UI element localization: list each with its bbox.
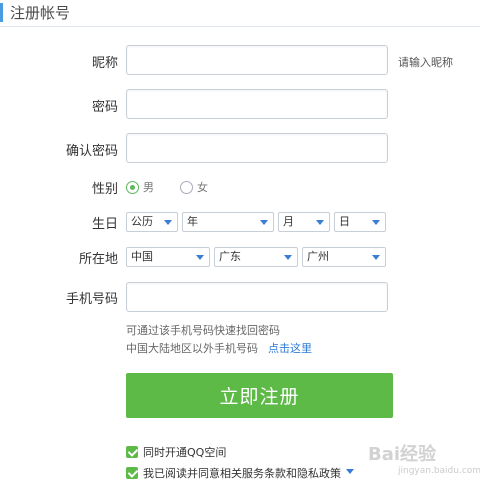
watermark-url: jingyan.baidu.com <box>398 466 480 476</box>
year-select[interactable]: 年 <box>182 212 274 232</box>
chevron-down-icon <box>372 220 380 225</box>
checkbox-checked-icon <box>126 467 138 479</box>
phone-foreign-note: 中国大陆地区以外手机号码 点击这里 <box>126 340 312 356</box>
gender-female-radio[interactable]: 女 <box>180 179 208 195</box>
chevron-down-icon <box>316 220 324 225</box>
nickname-hint: 请输入昵称 <box>398 56 453 69</box>
phone-input[interactable] <box>126 282 388 312</box>
day-select[interactable]: 日 <box>334 212 386 232</box>
gender-male-label: 男 <box>143 181 154 194</box>
phone-label: 手机号码 <box>65 292 118 307</box>
agree-terms-label: 我已阅读并同意相关服务条款和隐私政策 <box>143 467 341 480</box>
birthday-label: 生日 <box>91 217 118 232</box>
qzone-checkbox[interactable]: 同时开通QQ空间 <box>126 444 226 460</box>
header-accent-bar <box>0 3 3 22</box>
year-select-value: 年 <box>187 215 198 228</box>
confirm-password-input[interactable] <box>126 133 388 163</box>
register-button[interactable]: 立即注册 <box>126 373 393 418</box>
province-select[interactable]: 广东 <box>214 247 298 267</box>
gender-male-radio[interactable]: 男 <box>126 179 154 195</box>
province-select-value: 广东 <box>219 250 241 263</box>
qzone-checkbox-label: 同时开通QQ空间 <box>143 446 227 459</box>
gender-female-label: 女 <box>197 181 208 194</box>
city-select[interactable]: 广州 <box>302 247 386 267</box>
checkbox-checked-icon <box>126 446 138 458</box>
phone-foreign-note-text: 中国大陆地区以外手机号码 <box>126 342 258 355</box>
chevron-down-icon <box>284 255 292 260</box>
radio-checked-icon <box>126 180 139 194</box>
terms-dropdown-icon[interactable] <box>346 469 354 474</box>
phone-note: 可通过该手机号码快速找回密码 <box>126 324 280 337</box>
password-input[interactable] <box>126 89 388 119</box>
password-label: 密码 <box>91 100 118 115</box>
page-header: 注册帐号 <box>0 0 480 27</box>
confirm-password-label: 确认密码 <box>65 144 118 159</box>
chevron-down-icon <box>372 255 380 260</box>
click-here-link[interactable]: 点击这里 <box>268 342 312 355</box>
radio-unchecked-icon <box>180 180 193 194</box>
month-select-value: 月 <box>283 215 294 228</box>
agree-terms-checkbox[interactable]: 我已阅读并同意相关服务条款和隐私政策 <box>126 465 341 481</box>
page-title: 注册帐号 <box>10 4 71 22</box>
calendar-select[interactable]: 公历 <box>126 212 178 232</box>
location-label: 所在地 <box>78 252 118 267</box>
chevron-down-icon <box>260 220 268 225</box>
nickname-input[interactable] <box>126 45 388 75</box>
chevron-down-icon <box>164 220 172 225</box>
watermark-logo: Bai经验 <box>368 444 437 465</box>
month-select[interactable]: 月 <box>278 212 330 232</box>
chevron-down-icon <box>196 255 204 260</box>
gender-label: 性别 <box>91 182 118 197</box>
nickname-label: 昵称 <box>91 56 118 71</box>
country-select[interactable]: 中国 <box>126 247 210 267</box>
calendar-select-value: 公历 <box>131 215 153 228</box>
day-select-value: 日 <box>339 215 350 228</box>
city-select-value: 广州 <box>307 250 329 263</box>
country-select-value: 中国 <box>131 250 153 263</box>
